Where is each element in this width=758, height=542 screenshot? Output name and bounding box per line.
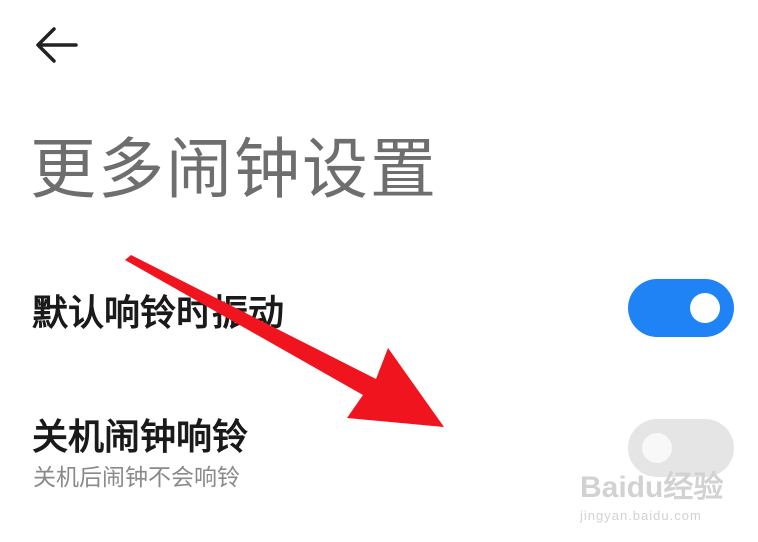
arrow-left-icon — [36, 27, 78, 63]
setting-subtitle: 关机后闹钟不会响铃 — [33, 465, 240, 491]
toggle-knob — [642, 433, 672, 463]
toggle-knob — [690, 293, 720, 323]
page-title: 更多闹钟设置 — [30, 131, 438, 208]
setting-label: 关机闹钟响铃 — [32, 417, 249, 458]
vibrate-toggle[interactable] — [628, 279, 734, 337]
back-button[interactable] — [28, 22, 84, 68]
watermark-url: jingyan.baidu.com — [580, 508, 702, 523]
setting-row-vibrate[interactable]: 默认响铃时振动 — [0, 258, 758, 358]
setting-label: 默认响铃时振动 — [32, 293, 285, 334]
poweroff-alarm-toggle[interactable] — [628, 419, 734, 477]
watermark-brand: Baidu经验 — [580, 471, 724, 504]
watermark: Baidu经验 jingyan.baidu.com — [580, 471, 724, 524]
